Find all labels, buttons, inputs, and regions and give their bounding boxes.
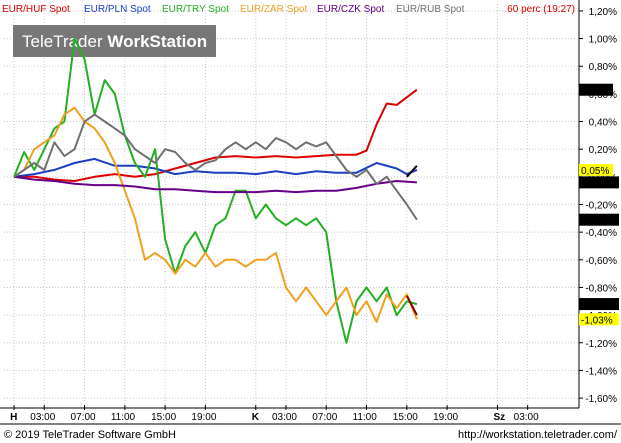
x-tick-label-5: 19:00 (191, 412, 216, 423)
y-tick-label-2: 0,80% (589, 62, 617, 73)
last-value-text: 0,63% (581, 86, 609, 97)
last-value-text: -0,04% (581, 178, 613, 189)
line-chart[interactable]: TeleTrader WorkStation EUR/HUF Spot EUR/P… (0, 0, 621, 443)
watermark-text: TeleTrader WorkStation (22, 32, 207, 51)
x-tick-label-3: 11:00 (111, 412, 136, 423)
footer-url[interactable]: http://workstation.teletrader.com/ (458, 429, 618, 441)
y-tick-label-8: -0,40% (585, 228, 617, 239)
legend-entry-eur-huf-spot[interactable]: EUR/HUF Spot (2, 4, 70, 15)
legend-entry-eur-rub-spot[interactable]: EUR/RUB Spot (396, 4, 465, 15)
last-value-eur-pln-spot: 0,05% (579, 163, 613, 177)
last-value-eur-huf-spot: 0,63% (579, 83, 613, 97)
x-tick-label-8: 07:00 (312, 412, 337, 423)
last-value-eur-czk-spot: -0,04% (579, 176, 619, 189)
y-tick-label-7: -0,20% (585, 201, 617, 212)
interval-label: 60 perc (19:27) (507, 4, 575, 15)
x-tick-label-11: 19:00 (433, 412, 458, 423)
x-tick-label-13: 03:00 (514, 412, 539, 423)
legend-entry-eur-czk-spot[interactable]: EUR/CZK Spot (317, 4, 384, 15)
watermark: TeleTrader WorkStation (13, 25, 216, 57)
last-value-eur-rub-spot: -0,31% (579, 213, 619, 227)
x-tick-label-2: 07:00 (71, 412, 96, 423)
last-value-text: -0,90% (581, 300, 613, 311)
x-tick-label-10: 15:00 (393, 412, 418, 423)
y-tick-label-1: 1,00% (589, 35, 617, 46)
y-tick-label-12: -1,20% (585, 339, 617, 350)
y-tick-label-13: -1,40% (585, 366, 617, 377)
last-value-text: -1,03% (581, 315, 613, 326)
x-tick-label-0: H (10, 412, 17, 423)
x-tick-label-6: K (252, 412, 260, 423)
x-tick-label-7: 03:00 (272, 412, 297, 423)
watermark-brand: TeleTrader (22, 32, 107, 51)
y-tick-label-4: 0,40% (589, 118, 617, 129)
x-tick-label-1: 03:00 (30, 412, 55, 423)
copyright-text: © 2019 TeleTrader Software GmbH (4, 429, 176, 441)
y-tick-label-9: -0,60% (585, 256, 617, 267)
watermark-product: WorkStation (107, 32, 207, 51)
y-tick-label-0: 1,20% (589, 7, 617, 18)
y-tick-label-14: -1,60% (585, 394, 617, 405)
y-tick-label-5: 0,20% (589, 145, 617, 156)
x-tick-label-12: Sz (493, 412, 505, 423)
y-tick-label-10: -0,80% (585, 283, 617, 294)
legend-entry-eur-pln-spot[interactable]: EUR/PLN Spot (84, 4, 151, 15)
legend-entry-eur-zar-spot[interactable]: EUR/ZAR Spot (240, 4, 307, 15)
last-value-text: -0,31% (581, 216, 613, 227)
legend-entry-eur-try-spot[interactable]: EUR/TRY Spot (162, 4, 229, 15)
x-tick-label-9: 11:00 (353, 412, 378, 423)
chart-stage: TeleTrader WorkStation EUR/HUF Spot EUR/P… (0, 0, 621, 443)
last-value-eur-zar-spot: -1,03% (579, 313, 619, 326)
x-tick-label-4: 15:00 (151, 412, 176, 423)
last-value-eur-try-spot: -0,90% (579, 298, 619, 311)
last-value-text: 0,05% (581, 166, 609, 177)
